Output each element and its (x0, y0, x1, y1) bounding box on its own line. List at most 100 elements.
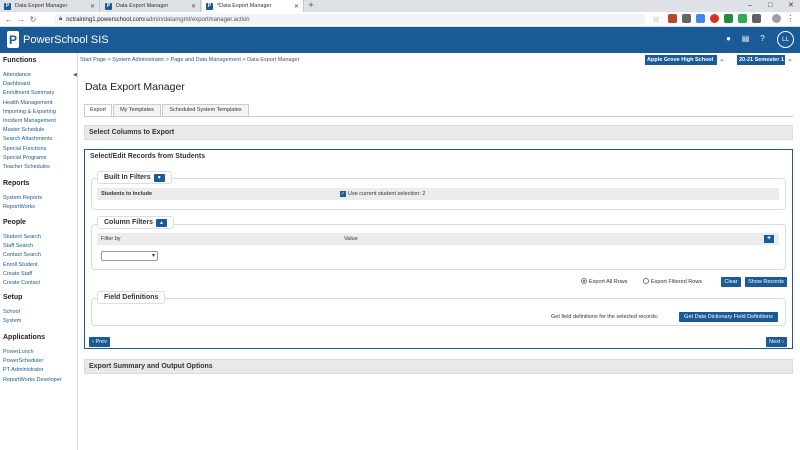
maximize-button[interactable]: □ (768, 0, 772, 11)
breadcrumb-item[interactable]: Page and Data Management (171, 57, 241, 63)
sidebar-item[interactable]: PT Administrator (3, 367, 44, 373)
sidebar-section-title: Setup (3, 294, 23, 301)
sidebar-item[interactable]: Master Schedule (3, 127, 44, 133)
sidebar-item[interactable]: Contact Search (3, 252, 41, 258)
close-tab-icon[interactable]: ✕ (191, 3, 196, 10)
show-records-button[interactable]: Show Records (745, 277, 787, 287)
get-data-dictionary-button[interactable]: Get Data Dictionary Field Definitions (679, 312, 778, 322)
sidebar-item[interactable]: ReportWorks (3, 204, 35, 210)
sidebar-item[interactable]: Create Contact (3, 280, 40, 286)
print-icon[interactable]: ▤ (741, 34, 750, 43)
extension-icon[interactable] (682, 14, 691, 23)
avatar[interactable]: LL (777, 31, 794, 48)
browser-tab-2[interactable]: P Data Export Manager ✕ (101, 0, 201, 12)
menu-kebab-icon[interactable]: ⋮ (786, 14, 795, 23)
sidebar-item[interactable]: PowerScheduler (3, 358, 43, 364)
browser-tab-bar: P Data Export Manager ✕ P Data Export Ma… (0, 0, 800, 12)
use-current-selection-checkbox[interactable]: ✓ (340, 191, 346, 197)
reload-icon[interactable]: ↻ (27, 15, 39, 24)
clear-button[interactable]: Clear (721, 277, 741, 287)
url-path: /admin/datamgmt/exportmanager.action (143, 16, 250, 23)
address-bar[interactable]: 🔒︎ nctraining1.powerschool.com /admin/da… (54, 14, 646, 25)
sidebar-item[interactable]: ReportWorks Developer (3, 377, 62, 383)
browser-tab-label: Data Export Manager (116, 3, 169, 9)
extension-icon[interactable] (696, 14, 705, 23)
powerschool-favicon: P (4, 2, 11, 10)
built-in-filters-legend: Built In Filters ▼ (97, 171, 172, 184)
sidebar-section-title: Reports (3, 180, 30, 187)
back-icon[interactable]: ← (3, 15, 15, 24)
sidebar-section-title: Functions (3, 57, 37, 64)
sidebar-item[interactable]: Special Functions (3, 146, 46, 152)
field-definitions-text: Get field definitions for the selected r… (551, 314, 659, 320)
term-selector[interactable]: 20-21 Semester 1 (737, 55, 785, 65)
sidebar-item[interactable]: Search Attachments (3, 136, 52, 142)
sidebar: Functions Attendance Dashboard Enrollment S… (0, 53, 78, 450)
sidebar-item[interactable]: Enrollment Summary (3, 90, 54, 96)
collapse-sidebar-icon[interactable]: ◀ (73, 72, 77, 78)
breadcrumb-item[interactable]: System Administrator (112, 57, 164, 63)
export-filtered-rows-label: Export Filtered Rows (651, 279, 703, 285)
next-button[interactable]: Next › (766, 337, 787, 347)
breadcrumb-separator: > (107, 57, 111, 63)
field-definitions-legend: Field Definitions (97, 291, 166, 304)
sidebar-item[interactable]: Incident Management (3, 118, 56, 124)
chevron-down-icon[interactable]: ▼ (153, 173, 165, 182)
sidebar-item[interactable]: Teacher Schedules (3, 164, 50, 170)
sidebar-item[interactable]: Dashboard (3, 81, 30, 87)
chevron-down-icon[interactable]: ⌄ (787, 55, 793, 63)
tab-my-templates[interactable]: My Templates (113, 104, 161, 116)
sidebar-item[interactable]: Special Programs (3, 155, 46, 161)
browser-toolbar: ← → ↻ 🔒︎ nctraining1.powerschool.com /ad… (0, 12, 800, 27)
browser-tab-1[interactable]: P Data Export Manager ✕ (0, 0, 100, 12)
new-tab-button[interactable]: + (305, 0, 317, 12)
sidebar-item[interactable]: Student Search (3, 234, 41, 240)
minimize-button[interactable]: – (748, 0, 752, 11)
powerschool-logo[interactable]: P PowerSchool SIS (7, 31, 109, 48)
extension-icon[interactable] (738, 14, 747, 23)
alert-icon[interactable]: ● (724, 34, 733, 43)
extension-icon[interactable] (724, 14, 733, 23)
select-columns-header[interactable]: Select Columns to Export (84, 125, 793, 140)
extension-icon[interactable] (668, 14, 677, 23)
profile-icon[interactable] (772, 14, 781, 23)
extension-icon[interactable] (710, 14, 719, 23)
app-header: P PowerSchool SIS (0, 27, 800, 53)
sidebar-item[interactable]: School (3, 309, 20, 315)
star-icon[interactable]: ☆ (650, 15, 662, 24)
sidebar-item[interactable]: PowerLunch (3, 349, 34, 355)
sidebar-item[interactable]: Staff Search (3, 243, 33, 249)
sidebar-item[interactable]: Attendance (3, 72, 31, 78)
export-all-rows-radio[interactable] (581, 278, 587, 284)
filter-by-select[interactable]: ▾ (101, 251, 158, 261)
school-selector[interactable]: Apple Grove High School (645, 55, 717, 65)
sidebar-item[interactable]: Create Staff (3, 271, 32, 277)
page-title: Data Export Manager (85, 81, 185, 93)
sidebar-item[interactable]: System Reports (3, 195, 42, 201)
browser-tab-3-active[interactable]: P *Data Export Manager ✕ (202, 0, 304, 12)
forward-icon[interactable]: → (15, 15, 27, 24)
sidebar-section-title: Applications (3, 334, 46, 341)
tab-scheduled-system-templates[interactable]: Scheduled System Templates (162, 104, 249, 116)
help-icon[interactable]: ? (758, 34, 767, 43)
chevron-down-icon[interactable]: ⌄ (719, 55, 725, 63)
sidebar-item[interactable]: Health Management (3, 100, 53, 106)
export-filtered-rows-radio[interactable] (643, 278, 649, 284)
use-current-selection-label: Use current student selection: 2 (348, 191, 425, 197)
close-window-button[interactable]: ✕ (788, 0, 794, 11)
breadcrumb-separator: > (165, 57, 169, 63)
add-filter-button[interactable]: + (764, 235, 774, 243)
value-header: Value (344, 236, 358, 242)
close-tab-icon[interactable]: ✕ (90, 3, 95, 10)
prev-button[interactable]: ‹ Prev (89, 337, 110, 347)
breadcrumb-item[interactable]: Start Page (80, 57, 106, 63)
close-tab-icon[interactable]: ✕ (294, 3, 299, 10)
sidebar-item[interactable]: Importing & Exporting (3, 109, 56, 115)
export-summary-header[interactable]: Export Summary and Output Options (84, 359, 793, 374)
breadcrumb-current: Data Export Manager (247, 57, 300, 63)
sidebar-item[interactable]: Enroll Student (3, 262, 38, 268)
chevron-down-icon[interactable]: ▲ (156, 218, 168, 227)
built-in-filters-label: Built In Filters (104, 173, 151, 181)
sidebar-item[interactable]: System (3, 318, 21, 324)
extension-icon[interactable] (752, 14, 761, 23)
